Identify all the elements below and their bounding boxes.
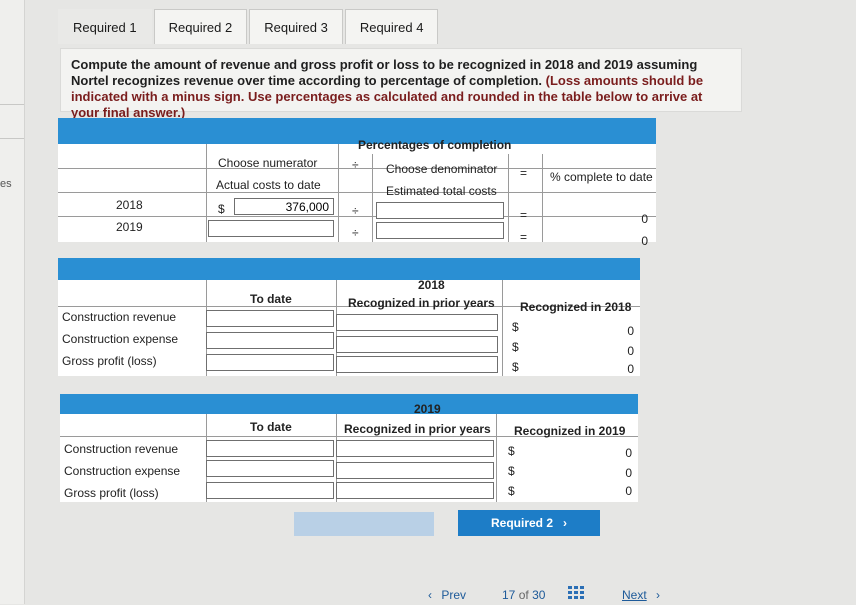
next-required-button[interactable]: Required 2 ›	[458, 510, 600, 536]
equals-symbol: =	[520, 166, 528, 180]
page-total: 30	[532, 588, 546, 602]
denominator-input-2018[interactable]	[376, 202, 504, 219]
prior-years-input[interactable]	[336, 314, 498, 331]
prev-link[interactable]: ‹ Prev	[428, 588, 466, 602]
table-2018: 2018 To date Recognized in prior years R…	[58, 258, 640, 376]
table-2018-header-bar	[58, 258, 640, 280]
previous-required-button[interactable]	[294, 512, 434, 536]
currency-symbol: $	[508, 444, 515, 458]
currency-symbol: $	[512, 340, 519, 354]
currency-symbol: $	[512, 360, 519, 374]
completion-table: Percentages of completion Choose numerat…	[58, 118, 656, 248]
tab-required-1[interactable]: Required 1	[58, 9, 152, 44]
col-to-date: To date	[250, 420, 292, 434]
numerator-input-2018[interactable]	[234, 198, 334, 215]
required-tabs: Required 1 Required 2 Required 3 Require…	[58, 6, 440, 44]
tab-required-4[interactable]: Required 4	[344, 9, 439, 44]
chevron-right-icon: ›	[656, 588, 661, 602]
currency-symbol: $	[512, 320, 519, 334]
sidebar-strip: es	[0, 0, 25, 604]
row-label: Construction revenue	[62, 310, 177, 324]
prior-years-input[interactable]	[336, 336, 498, 353]
sidebar-partial-label: es	[0, 178, 12, 190]
year-2019-label: 2019	[116, 220, 143, 234]
result-2019: 0	[641, 234, 648, 248]
page-of: of	[518, 588, 529, 602]
denominator-select[interactable]: Choose denominator	[386, 162, 497, 176]
recognized-value: 0	[627, 324, 634, 338]
grid-icon[interactable]	[568, 586, 584, 600]
chevron-left-icon: ‹	[428, 588, 432, 602]
sidebar-divider	[0, 138, 24, 139]
numerator-label[interactable]: Actual costs to date	[216, 178, 321, 192]
prior-years-input[interactable]	[336, 356, 498, 373]
recognized-value: 0	[627, 344, 634, 358]
to-date-input[interactable]	[206, 460, 334, 477]
row-label: Gross profit (loss)	[62, 354, 157, 368]
equals-symbol: =	[520, 230, 528, 244]
col-recognized-2019: Recognized in 2019	[514, 424, 626, 438]
tab-required-3[interactable]: Required 3	[249, 9, 343, 44]
to-date-input[interactable]	[206, 482, 334, 499]
recognized-value: 0	[625, 466, 632, 480]
completion-header-bar	[58, 118, 656, 144]
prior-years-input[interactable]	[336, 462, 494, 479]
table-2019: 2019 To date Recognized in prior years R…	[60, 394, 638, 502]
to-date-input[interactable]	[206, 332, 334, 349]
denominator-label[interactable]: Estimated total costs	[386, 184, 497, 198]
divide-symbol: ÷	[352, 158, 359, 172]
row-label: Construction expense	[62, 332, 179, 346]
result-2018: 0	[641, 212, 648, 226]
divide-symbol: ÷	[352, 226, 359, 240]
result-header: % complete to date	[550, 170, 653, 184]
table-2019-year: 2019	[414, 402, 441, 416]
currency-symbol: $	[508, 464, 515, 478]
recognized-value: 0	[625, 446, 632, 460]
prev-label: Prev	[441, 588, 467, 602]
page-indicator: 17 of 30	[502, 588, 545, 602]
instructions-box: Compute the amount of revenue and gross …	[60, 48, 742, 120]
next-label: Next	[622, 588, 647, 602]
next-link[interactable]: Next ›	[622, 588, 660, 602]
table-2018-year: 2018	[418, 278, 445, 292]
row-label: Construction revenue	[64, 442, 179, 456]
prior-years-input[interactable]	[336, 482, 494, 499]
col-prior-years: Recognized in prior years	[348, 296, 495, 310]
instructions-text: Compute the amount of revenue and gross …	[71, 57, 731, 121]
sidebar-divider	[0, 104, 24, 105]
numerator-select[interactable]: Choose numerator	[218, 156, 317, 170]
recognized-value: 0	[627, 362, 634, 376]
chevron-right-icon: ›	[563, 516, 567, 530]
divide-symbol: ÷	[352, 204, 359, 218]
denominator-input-2019[interactable]	[376, 222, 504, 239]
col-to-date: To date	[250, 292, 292, 306]
equals-symbol: =	[520, 208, 528, 222]
next-required-label: Required 2	[490, 516, 553, 530]
page-current: 17	[502, 588, 516, 602]
col-recognized-2018: Recognized in 2018	[520, 300, 632, 314]
row-label: Gross profit (loss)	[64, 486, 159, 500]
col-prior-years: Recognized in prior years	[344, 422, 491, 436]
year-2018-label: 2018	[116, 198, 143, 212]
numerator-input-2019[interactable]	[208, 220, 334, 237]
row-label: Construction expense	[64, 464, 181, 478]
to-date-input[interactable]	[206, 354, 334, 371]
completion-title: Percentages of completion	[358, 138, 512, 152]
prior-years-input[interactable]	[336, 440, 494, 457]
currency-symbol: $	[218, 202, 225, 216]
recognized-value: 0	[625, 484, 632, 498]
to-date-input[interactable]	[206, 310, 334, 327]
table-2019-header-bar	[60, 394, 638, 414]
currency-symbol: $	[508, 484, 515, 498]
tab-required-2[interactable]: Required 2	[153, 9, 248, 44]
to-date-input[interactable]	[206, 440, 334, 457]
